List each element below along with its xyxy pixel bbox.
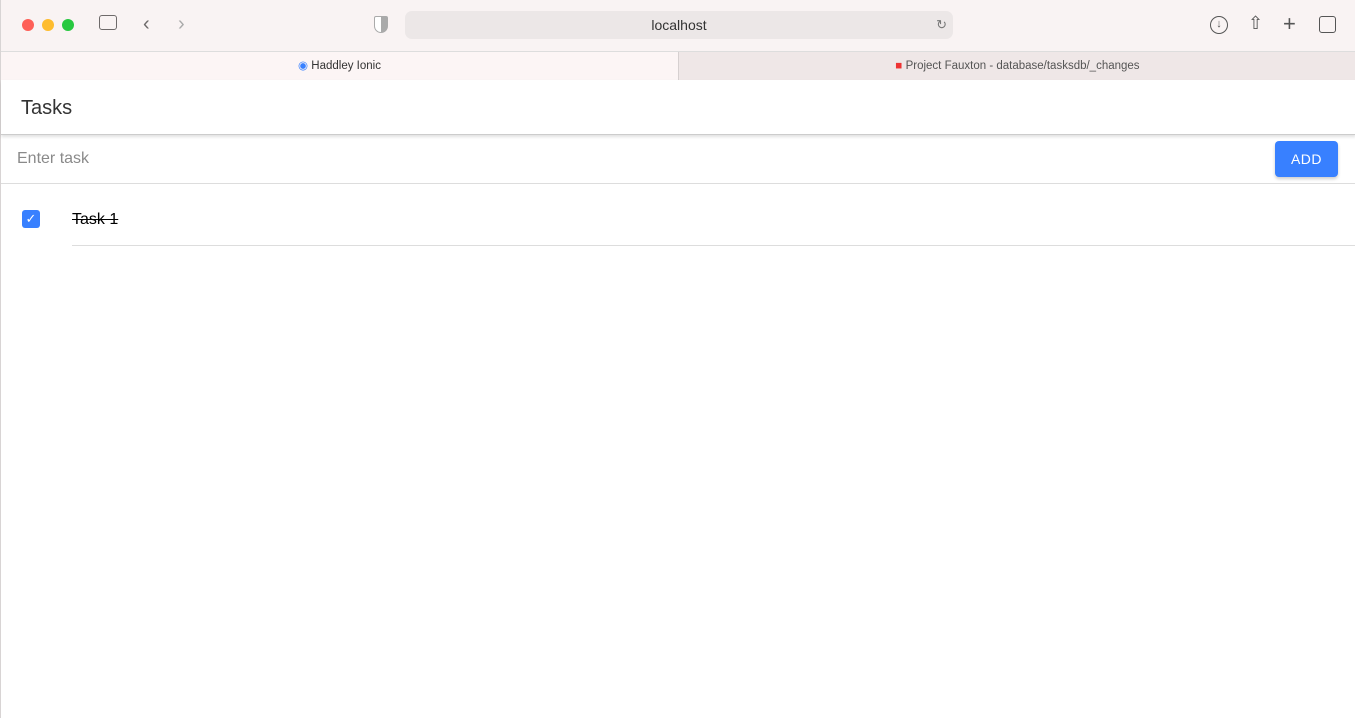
tab-project-fauxton[interactable]: ■ Project Fauxton - database/tasksdb/_ch… — [678, 52, 1355, 80]
back-icon[interactable]: ‹ — [143, 14, 150, 34]
zoom-window-button[interactable] — [62, 19, 74, 31]
task-list-item: ✓ Task 1 — [1, 185, 1355, 246]
forward-icon[interactable]: › — [178, 14, 185, 34]
browser-toolbar: ‹ › localhost ↻ ↓ ⇧ + — [1, 0, 1355, 51]
downloads-icon[interactable]: ↓ — [1210, 16, 1228, 34]
add-button[interactable]: ADD — [1275, 141, 1338, 177]
task-checkbox[interactable]: ✓ — [22, 210, 40, 228]
divider — [72, 245, 1355, 246]
tab-haddley-ionic[interactable]: ◉ Haddley Ionic — [1, 52, 678, 80]
couch-icon: ■ — [895, 60, 903, 72]
reload-icon[interactable]: ↻ — [936, 11, 947, 39]
checkmark-icon: ✓ — [25, 211, 37, 226]
minimize-window-button[interactable] — [42, 19, 54, 31]
page-title: Tasks — [21, 97, 73, 119]
app-header: Tasks — [1, 80, 1355, 135]
task-label: Task 1 — [72, 211, 119, 228]
tab-label: Project Fauxton - database/tasksdb/_chan… — [905, 60, 1140, 72]
address-bar[interactable]: localhost ↻ — [405, 11, 953, 39]
task-input[interactable] — [17, 146, 1217, 172]
tab-bar: ◉ Haddley Ionic ■ Project Fauxton - data… — [1, 51, 1355, 80]
share-icon[interactable]: ⇧ — [1248, 14, 1263, 32]
ionic-icon: ◉ — [298, 60, 309, 72]
close-window-button[interactable] — [22, 19, 34, 31]
privacy-shield-icon[interactable] — [374, 16, 388, 33]
new-tab-icon[interactable]: + — [1283, 13, 1296, 35]
sidebar-toggle-icon[interactable] — [99, 15, 117, 30]
task-input-row: ADD — [1, 136, 1355, 184]
url-text: localhost — [651, 17, 707, 33]
tab-overview-icon[interactable] — [1319, 16, 1336, 33]
tab-label: Haddley Ionic — [311, 60, 381, 72]
